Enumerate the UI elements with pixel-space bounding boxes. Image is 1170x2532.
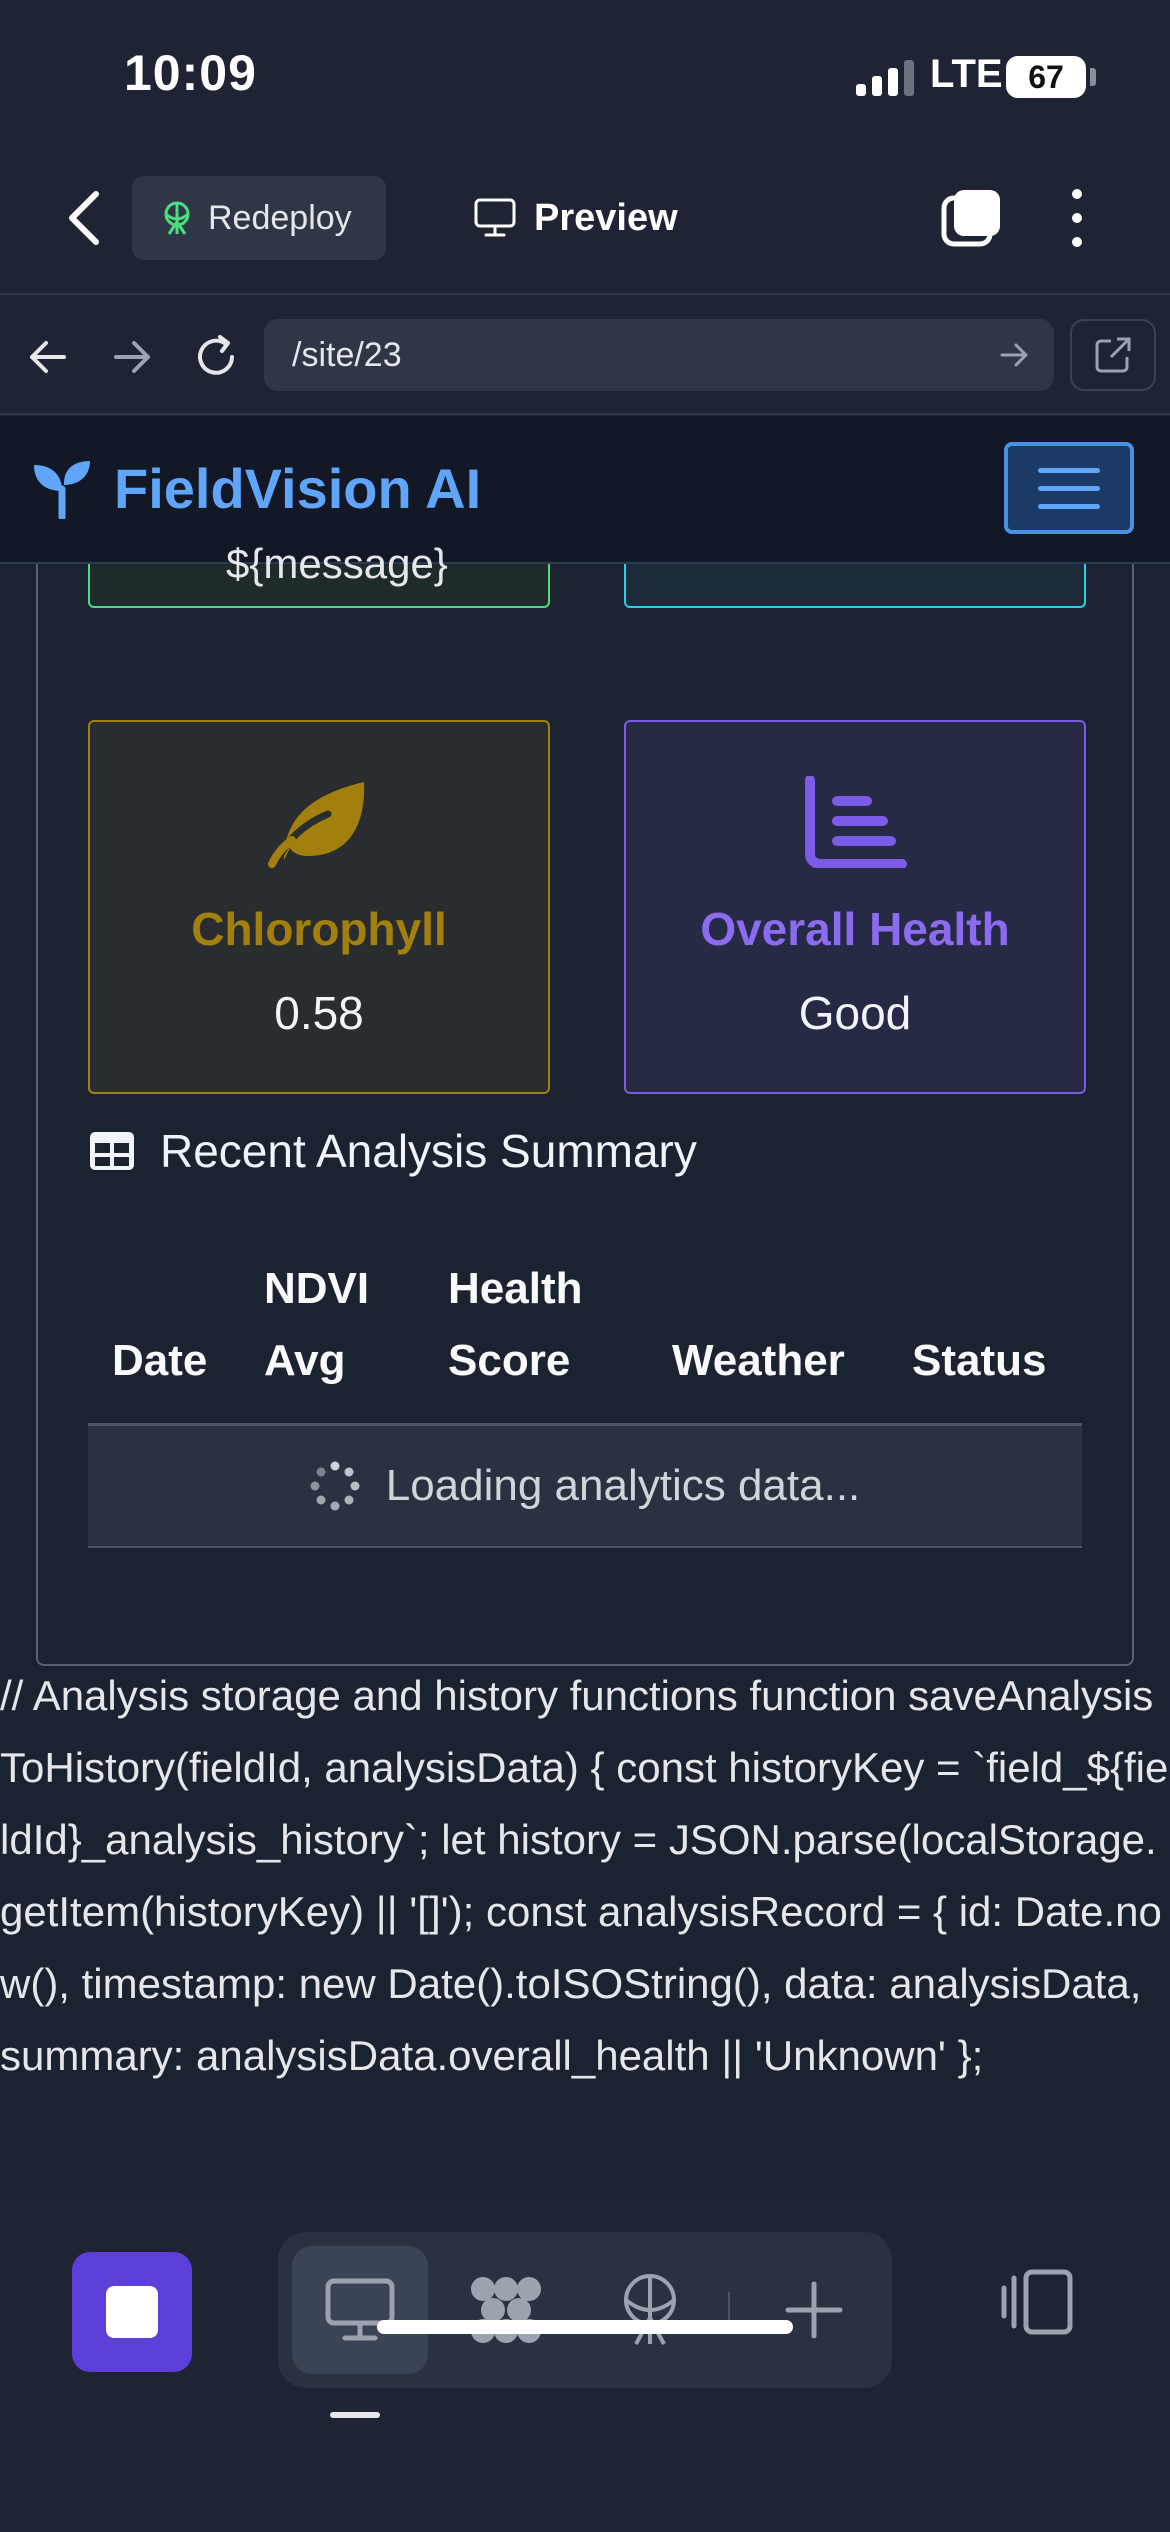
battery-cap — [1090, 68, 1096, 86]
spinner-icon — [310, 1461, 360, 1511]
home-indicator — [377, 2320, 793, 2334]
raw-code-text: // Analysis storage and history function… — [0, 1672, 1169, 2079]
preview-view-button[interactable] — [292, 2246, 428, 2374]
column-header-status: Status — [912, 1336, 1047, 1385]
url-field[interactable]: /site/23 — [264, 319, 1054, 391]
open-external-button[interactable] — [1070, 319, 1156, 391]
summary-title: Recent Analysis Summary — [88, 1124, 697, 1178]
active-tab-indicator — [330, 2412, 380, 2418]
web-content: FieldVision AI Chlorophyll 0.58 Overall … — [0, 416, 1170, 2200]
network-label: LTE — [930, 52, 1003, 96]
view-tool-group — [278, 2232, 892, 2388]
table-row: Loading analytics data... — [88, 1426, 1082, 1548]
bottom-toolbar — [0, 2200, 1170, 2532]
column-header-date: Date — [112, 1336, 208, 1385]
stop-icon — [106, 2286, 158, 2338]
deploy-view-button[interactable] — [582, 2246, 718, 2374]
stop-button[interactable] — [72, 2252, 192, 2372]
add-button[interactable] — [746, 2246, 882, 2374]
plus-icon — [785, 2281, 843, 2339]
metric-value: Good — [798, 987, 912, 1039]
antenna-icon — [164, 201, 190, 235]
signal-icon — [856, 60, 914, 96]
redeploy-label: Redeploy — [208, 198, 352, 237]
back-chevron-icon[interactable] — [62, 188, 106, 248]
external-link-icon — [1095, 337, 1131, 373]
status-bar: 10:09 LTE 67 — [0, 0, 1170, 150]
metric-value: 0.58 — [274, 987, 364, 1039]
monitor-icon — [474, 198, 516, 237]
bar-chart-icon — [805, 776, 907, 868]
seedling-icon — [34, 460, 90, 519]
go-arrow-icon[interactable] — [996, 337, 1032, 373]
side-panel-icon[interactable] — [1000, 2264, 1076, 2340]
menu-toggle-button[interactable] — [1004, 442, 1134, 534]
url-text: /site/23 — [292, 335, 402, 374]
column-header-health-score: Health Score — [448, 1264, 583, 1385]
brand[interactable]: FieldVision AI — [32, 456, 481, 521]
table-icon — [90, 1132, 134, 1170]
analysis-table: Date NDVI Avg Health Score Weather Statu… — [88, 1252, 1082, 1548]
browser-back-icon[interactable] — [24, 333, 72, 381]
preview-button[interactable]: Preview — [474, 176, 678, 260]
column-header-ndvi: NDVI Avg — [264, 1264, 370, 1385]
loading-text: Loading analytics data... — [385, 1461, 861, 1510]
metric-label: Chlorophyll — [191, 903, 447, 955]
metric-card-overall-health: Overall Health Good — [624, 720, 1086, 1094]
message-placeholder: ${message} — [226, 540, 448, 587]
nodes-icon — [471, 2277, 541, 2343]
redeploy-button[interactable]: Redeploy — [132, 176, 386, 260]
reload-icon[interactable] — [192, 333, 240, 381]
tabs-icon[interactable] — [940, 186, 1004, 250]
summary-title-text: Recent Analysis Summary — [160, 1125, 697, 1177]
battery-icon: 67 — [1006, 56, 1086, 98]
browser-bar: /site/23 — [0, 297, 1170, 415]
column-header-weather: Weather — [672, 1336, 845, 1385]
site-header: FieldVision AI — [0, 416, 1170, 564]
browser-forward-icon[interactable] — [108, 333, 156, 381]
metric-card-chlorophyll: Chlorophyll 0.58 — [88, 720, 550, 1094]
workflow-view-button[interactable] — [438, 2246, 574, 2374]
preview-label: Preview — [534, 196, 678, 239]
brand-name: FieldVision AI — [114, 457, 482, 520]
app-toolbar: Redeploy Preview — [0, 150, 1170, 295]
antenna-icon — [624, 2274, 676, 2345]
leaf-icon — [268, 782, 365, 868]
status-time: 10:09 — [124, 45, 257, 101]
more-options-icon[interactable] — [1062, 186, 1092, 250]
table-header: Date NDVI Avg Health Score Weather Statu… — [88, 1252, 1082, 1426]
metric-label: Overall Health — [700, 903, 1010, 955]
